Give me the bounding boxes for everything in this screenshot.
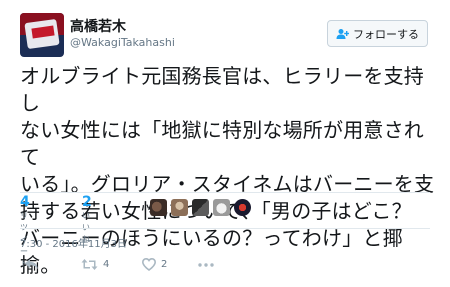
retweet-count: 4	[20, 194, 30, 210]
divider	[20, 192, 430, 193]
follow-button[interactable]: フォローする	[327, 20, 428, 47]
liker-avatar[interactable]	[150, 199, 167, 216]
like-button[interactable]: 2	[142, 258, 167, 271]
reply-icon	[25, 259, 38, 270]
liker-avatar[interactable]	[171, 199, 188, 216]
liker-avatar[interactable]	[213, 199, 230, 216]
tweet-timestamp[interactable]: 7:30 - 2016年11月3日	[20, 235, 127, 250]
divider	[20, 228, 430, 229]
retweet-button[interactable]: 4	[81, 258, 109, 271]
follow-button-label: フォローする	[353, 27, 419, 41]
liker-avatar[interactable]	[234, 199, 251, 216]
avatar[interactable]	[20, 13, 64, 57]
more-icon	[198, 263, 214, 267]
author-name[interactable]: 高橋若木	[70, 16, 126, 36]
more-button[interactable]	[198, 263, 214, 267]
retweet-icon	[81, 259, 98, 270]
retweet-action-count: 4	[103, 259, 110, 270]
like-count: 2	[82, 194, 92, 210]
liker-avatar[interactable]	[192, 199, 209, 216]
like-action-count: 2	[161, 259, 168, 270]
heart-icon	[142, 258, 156, 271]
author-handle[interactable]: @WakagiTakahashi	[70, 36, 175, 49]
reply-button[interactable]	[24, 258, 39, 271]
add-user-icon	[336, 28, 349, 39]
